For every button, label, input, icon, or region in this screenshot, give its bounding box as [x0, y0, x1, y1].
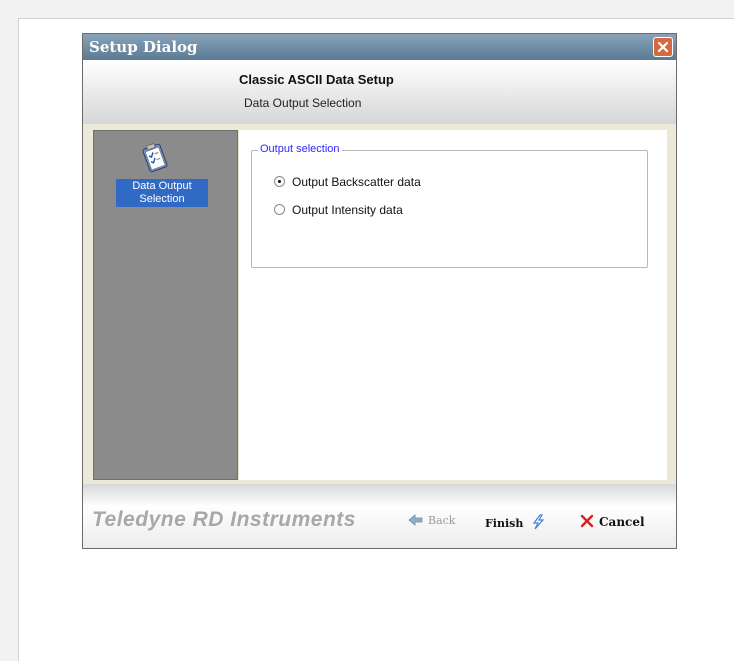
wizard-header: Classic ASCII Data Setup Data Output Sel… [83, 60, 676, 124]
finish-label: Finish [485, 517, 524, 530]
cancel-x-icon [580, 514, 594, 528]
back-button[interactable]: Back [408, 514, 455, 527]
back-arrow-icon [408, 514, 423, 526]
brand-logo-text: Teledyne RD Instruments [92, 508, 356, 531]
radio-label: Output Backscatter data [292, 175, 421, 189]
output-selection-group: Output selection Output Backscatter data… [251, 143, 648, 268]
radio-label: Output Intensity data [292, 203, 403, 217]
sidebar-item-data-output-selection[interactable]: Data Output Selection [116, 179, 208, 207]
title-bar: Setup Dialog [83, 34, 676, 60]
wizard-footer: Teledyne RD Instruments Back Finish Canc… [83, 484, 676, 548]
setup-dialog: Setup Dialog Classic ASCII Data Setup Da… [83, 34, 676, 548]
cancel-button[interactable]: Cancel [580, 514, 645, 529]
radio-output-backscatter[interactable]: Output Backscatter data [274, 175, 421, 189]
clipboard-checklist-icon [138, 141, 172, 180]
group-legend: Output selection [258, 143, 342, 155]
wizard-sidebar: Data Output Selection [93, 130, 238, 480]
back-label: Back [428, 514, 456, 527]
window-title: Setup Dialog [89, 38, 198, 56]
wizard-heading: Classic ASCII Data Setup [239, 72, 394, 87]
lightning-icon [533, 514, 545, 530]
close-icon [657, 41, 669, 53]
wizard-content: Output selection Output Backscatter data… [239, 130, 667, 480]
finish-button[interactable]: Finish [485, 514, 546, 530]
radio-output-intensity[interactable]: Output Intensity data [274, 203, 403, 217]
radio-button-checked[interactable] [274, 176, 285, 187]
wizard-subheading: Data Output Selection [244, 96, 362, 110]
radio-button-unchecked[interactable] [274, 204, 285, 215]
cancel-label: Cancel [599, 515, 645, 529]
close-button[interactable] [653, 37, 673, 57]
